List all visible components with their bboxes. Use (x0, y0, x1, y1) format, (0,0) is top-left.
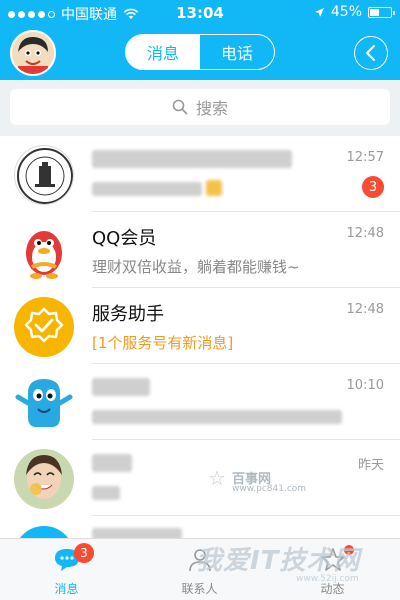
blue-monster-avatar (14, 373, 74, 433)
service-check-icon (24, 307, 64, 343)
tab-messages-bottom[interactable]: 3 消息 (0, 539, 133, 600)
message-time: 12:57 (346, 150, 384, 165)
watermark-site2-url: www.52ij.com (296, 574, 359, 584)
service-badge-avatar (14, 297, 74, 357)
person-photo-icon (14, 449, 74, 509)
search-placeholder: 搜索 (195, 99, 228, 118)
blurred-subtitle (92, 410, 342, 424)
battery-icon (368, 6, 395, 18)
blurred-title (92, 150, 292, 168)
qq-penguin-avatar (14, 221, 74, 281)
search-area: 搜索 (0, 80, 400, 136)
watermark-site-url: www.pc841.com (232, 484, 307, 494)
message-call-switcher: 消息 电话 (125, 34, 275, 70)
tab-label: 消息 (54, 582, 79, 596)
blurred-title (92, 378, 150, 396)
university-seal-icon (17, 148, 73, 204)
unread-badge: 3 (362, 176, 384, 198)
back-button[interactable] (354, 36, 388, 70)
watermark-star-icon: ☆ (208, 466, 226, 490)
search-icon (172, 99, 188, 115)
message-time: 10:10 (346, 378, 384, 393)
conversation-row[interactable]: 12:57 3 (0, 136, 400, 212)
blurred-title (92, 454, 132, 472)
location-arrow-icon (314, 7, 324, 17)
message-time: 12:48 (346, 226, 384, 241)
message-time: 昨天 (357, 458, 384, 473)
tab-calls[interactable]: 电话 (200, 35, 274, 69)
qq-penguin-icon (26, 231, 62, 279)
conversation-row[interactable]: 服务助手 [1个服务号有新消息] 12:48 (0, 288, 400, 364)
top-header: 中国联通 13:04 45% 消息 电话 (0, 0, 400, 80)
message-time: 12:48 (346, 302, 384, 317)
person-photo-avatar (14, 449, 74, 509)
blurred-title (92, 528, 182, 538)
conversation-row[interactable]: 昨天 (0, 440, 400, 516)
conversation-list: 12:57 3 QQ会员 理财双倍收益，躺着都能赚钱~ 12:48 服务助手 [… (0, 136, 400, 538)
blue-monster-icon (15, 379, 73, 427)
tab-label: 联系人 (181, 582, 218, 596)
cartoon-avatar-icon (12, 32, 54, 74)
conversation-subtitle: [1个服务号有新消息] (92, 334, 234, 352)
battery-fill (370, 8, 379, 16)
status-bar: 中国联通 13:04 45% (0, 0, 400, 26)
conversation-row[interactable]: QQ会员 理财双倍收益，躺着都能赚钱~ 12:48 (0, 212, 400, 288)
conversation-title: 服务助手 (92, 304, 164, 325)
blurred-subtitle (92, 182, 202, 196)
my-avatar[interactable] (10, 30, 56, 76)
row-divider (92, 515, 400, 516)
battery-percent: 45% (330, 4, 362, 20)
watermark-site2-name: 我爱IT技术网 (196, 546, 361, 576)
partial-avatar (14, 526, 74, 538)
blurred-subtitle (92, 486, 120, 500)
search-input[interactable]: 搜索 (10, 89, 390, 125)
chevron-left-icon (366, 45, 375, 61)
tab-unread-badge: 3 (74, 543, 94, 563)
blurred-emoji (206, 180, 222, 196)
conversation-title: QQ会员 (92, 228, 157, 249)
status-right: 45% (314, 4, 395, 20)
conversation-subtitle: 理财双倍收益，躺着都能赚钱~ (92, 258, 300, 276)
conversation-row[interactable]: 10:10 (0, 364, 400, 440)
university-seal-avatar (14, 145, 74, 205)
tab-messages[interactable]: 消息 (126, 35, 200, 69)
